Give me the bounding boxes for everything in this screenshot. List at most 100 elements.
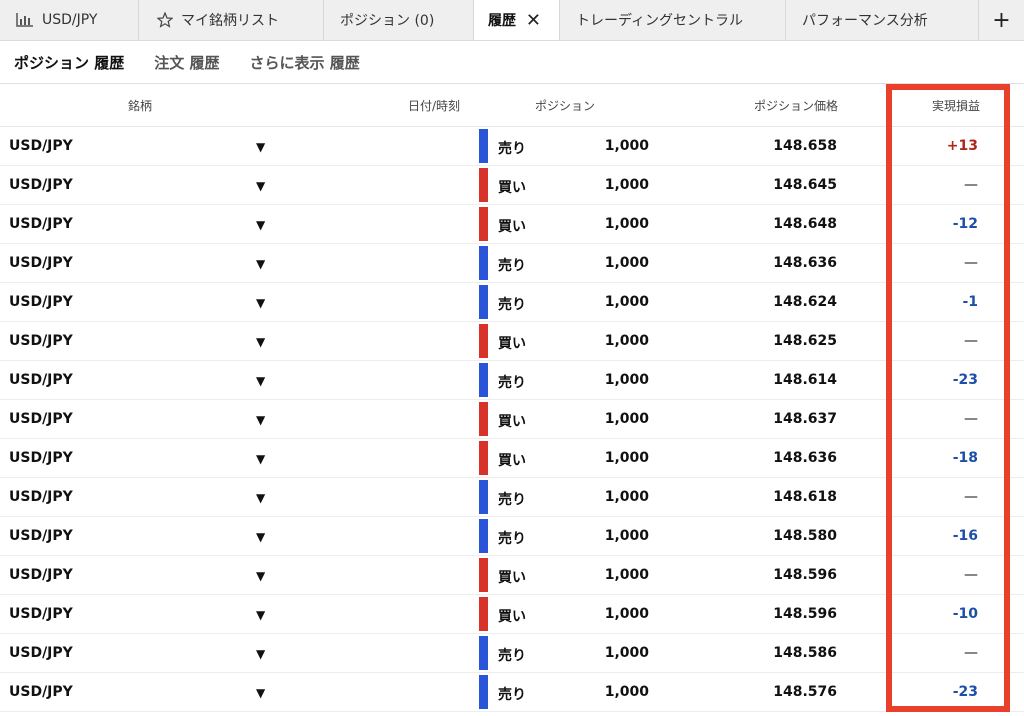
- realized-pl-cell: —: [964, 645, 978, 661]
- price-cell: 148.625: [773, 333, 837, 349]
- realized-pl-cell: —: [964, 177, 978, 193]
- column-header-datetime[interactable]: 日付/時刻: [408, 97, 460, 114]
- symbol-cell: USD/JPY: [9, 450, 73, 466]
- quantity-cell: 1,000: [604, 645, 649, 661]
- table-row[interactable]: USD/JPY ▼ 買い 1,000 148.636 -18: [0, 439, 1024, 478]
- quantity-cell: 1,000: [604, 294, 649, 310]
- table-row[interactable]: USD/JPY ▼ 売り 1,000 148.576 -23: [0, 673, 1024, 712]
- side-indicator-bar: [479, 558, 488, 592]
- symbol-cell: USD/JPY: [9, 606, 73, 622]
- chart-bars-icon: [16, 13, 34, 27]
- subtab-order-history[interactable]: 注文 履歴: [154, 52, 219, 73]
- quantity-cell: 1,000: [604, 528, 649, 544]
- symbol-cell: USD/JPY: [9, 528, 73, 544]
- star-icon: [157, 12, 173, 28]
- expand-arrow-icon[interactable]: ▼: [256, 413, 265, 427]
- column-header-price[interactable]: ポジション価格: [754, 97, 838, 114]
- table-row[interactable]: USD/JPY ▼ 買い 1,000 148.645 —: [0, 166, 1024, 205]
- side-indicator-bar: [479, 402, 488, 436]
- symbol-cell: USD/JPY: [9, 411, 73, 427]
- quantity-cell: 1,000: [604, 606, 649, 622]
- expand-arrow-icon[interactable]: ▼: [256, 452, 265, 466]
- table-row[interactable]: USD/JPY ▼ 売り 1,000 148.624 -1: [0, 283, 1024, 322]
- side-indicator-bar: [479, 285, 488, 319]
- price-cell: 148.576: [773, 684, 837, 700]
- side-indicator-bar: [479, 129, 488, 163]
- symbol-cell: USD/JPY: [9, 645, 73, 661]
- side-indicator-bar: [479, 597, 488, 631]
- price-cell: 148.614: [773, 372, 837, 388]
- subtab-more-history[interactable]: さらに表示 履歴: [249, 52, 359, 73]
- quantity-cell: 1,000: [604, 567, 649, 583]
- side-indicator-bar: [479, 246, 488, 280]
- side-cell: 売り: [498, 687, 526, 703]
- column-header-position[interactable]: ポジション: [535, 97, 595, 114]
- subtab-position-history[interactable]: ポジション 履歴: [14, 52, 124, 73]
- price-cell: 148.658: [773, 138, 837, 154]
- realized-pl-cell: —: [964, 411, 978, 427]
- quantity-cell: 1,000: [604, 138, 649, 154]
- table-row[interactable]: USD/JPY ▼ 買い 1,000 148.596 -10: [0, 595, 1024, 634]
- tab-usdjpy[interactable]: USD/JPY: [0, 0, 139, 40]
- expand-arrow-icon[interactable]: ▼: [256, 530, 265, 544]
- table-row[interactable]: USD/JPY ▼ 売り 1,000 148.658 +13: [0, 127, 1024, 166]
- table-row[interactable]: USD/JPY ▼ 買い 1,000 148.625 —: [0, 322, 1024, 361]
- tab-performance[interactable]: パフォーマンス分析: [786, 0, 979, 40]
- tab-positions[interactable]: ポジション (0): [324, 0, 474, 40]
- realized-pl-cell: -10: [952, 606, 978, 622]
- tab-history[interactable]: 履歴 ✕: [474, 0, 560, 40]
- table-row[interactable]: USD/JPY ▼ 買い 1,000 148.637 —: [0, 400, 1024, 439]
- realized-pl-cell: -23: [952, 372, 978, 388]
- table-row[interactable]: USD/JPY ▼ 買い 1,000 148.596 —: [0, 556, 1024, 595]
- table-header: 銘柄 日付/時刻 ポジション ポジション価格 実現損益: [0, 84, 1024, 127]
- symbol-cell: USD/JPY: [9, 138, 73, 154]
- column-header-symbol[interactable]: 銘柄: [128, 97, 152, 114]
- expand-arrow-icon[interactable]: ▼: [256, 140, 265, 154]
- expand-arrow-icon[interactable]: ▼: [256, 218, 265, 232]
- expand-arrow-icon[interactable]: ▼: [256, 686, 265, 700]
- expand-arrow-icon[interactable]: ▼: [256, 647, 265, 661]
- symbol-cell: USD/JPY: [9, 489, 73, 505]
- table-row[interactable]: USD/JPY ▼ 売り 1,000 148.580 -16: [0, 517, 1024, 556]
- table-row[interactable]: USD/JPY ▼ 売り 1,000 148.636 —: [0, 244, 1024, 283]
- side-indicator-bar: [479, 441, 488, 475]
- close-icon[interactable]: ✕: [526, 10, 541, 31]
- quantity-cell: 1,000: [604, 489, 649, 505]
- table-row[interactable]: USD/JPY ▼ 売り 1,000 148.618 —: [0, 478, 1024, 517]
- expand-arrow-icon[interactable]: ▼: [256, 335, 265, 349]
- expand-arrow-icon[interactable]: ▼: [256, 491, 265, 505]
- realized-pl-cell: +13: [946, 138, 978, 154]
- side-cell: 売り: [498, 297, 526, 313]
- symbol-cell: USD/JPY: [9, 333, 73, 349]
- tab-label: マイ銘柄リスト: [181, 13, 279, 29]
- tab-watchlist[interactable]: マイ銘柄リスト: [139, 0, 324, 40]
- price-cell: 148.618: [773, 489, 837, 505]
- table-row[interactable]: USD/JPY ▼ 売り 1,000 148.614 -23: [0, 361, 1024, 400]
- price-cell: 148.648: [773, 216, 837, 232]
- quantity-cell: 1,000: [604, 684, 649, 700]
- tab-label: 履歴: [488, 13, 516, 29]
- expand-arrow-icon[interactable]: ▼: [256, 296, 265, 310]
- add-tab-button[interactable]: +: [979, 0, 1024, 40]
- quantity-cell: 1,000: [604, 372, 649, 388]
- column-header-realized-pl[interactable]: 実現損益: [932, 97, 980, 114]
- price-cell: 148.645: [773, 177, 837, 193]
- side-cell: 売り: [498, 492, 526, 508]
- quantity-cell: 1,000: [604, 177, 649, 193]
- realized-pl-cell: —: [964, 255, 978, 271]
- side-cell: 買い: [498, 180, 526, 196]
- symbol-cell: USD/JPY: [9, 294, 73, 310]
- expand-arrow-icon[interactable]: ▼: [256, 257, 265, 271]
- expand-arrow-icon[interactable]: ▼: [256, 179, 265, 193]
- side-cell: 売り: [498, 375, 526, 391]
- price-cell: 148.636: [773, 450, 837, 466]
- tab-label: パフォーマンス分析: [802, 13, 928, 29]
- tab-label: USD/JPY: [42, 12, 98, 28]
- side-cell: 買い: [498, 609, 526, 625]
- table-row[interactable]: USD/JPY ▼ 買い 1,000 148.648 -12: [0, 205, 1024, 244]
- expand-arrow-icon[interactable]: ▼: [256, 569, 265, 583]
- tab-trading-central[interactable]: トレーディングセントラル: [560, 0, 786, 40]
- expand-arrow-icon[interactable]: ▼: [256, 374, 265, 388]
- expand-arrow-icon[interactable]: ▼: [256, 608, 265, 622]
- table-row[interactable]: USD/JPY ▼ 売り 1,000 148.586 —: [0, 634, 1024, 673]
